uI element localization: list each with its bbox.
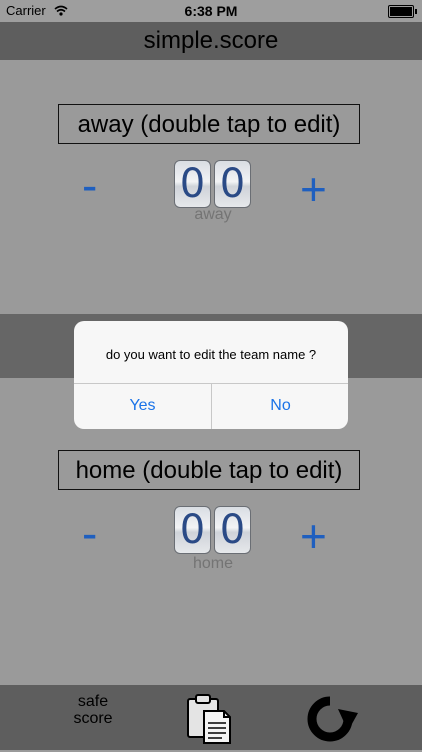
status-time: 6:38 PM	[184, 3, 238, 19]
clipboard-icon[interactable]	[184, 693, 234, 752]
battery-icon	[388, 5, 417, 18]
home-plus-button[interactable]: +	[300, 513, 327, 559]
away-team-name[interactable]: away (double tap to edit)	[58, 104, 360, 144]
home-team-name[interactable]: home (double tap to edit)	[58, 450, 360, 490]
away-score-digit-ones: 0	[214, 160, 251, 208]
safe-score-logo: safe score	[62, 693, 124, 727]
away-score-digit-tens: 0	[174, 160, 211, 208]
app-title: simple.score	[0, 22, 422, 60]
status-bar: Carrier 6:38 PM	[0, 0, 422, 22]
away-minus-button[interactable]: -	[82, 162, 97, 208]
dialog-no-button[interactable]: No	[212, 383, 348, 429]
away-score: 0 0	[174, 160, 252, 208]
bottom-toolbar: safe score	[0, 685, 422, 750]
edit-team-name-dialog: do you want to edit the team name ? Yes …	[74, 321, 348, 429]
home-score-digit-tens: 0	[174, 506, 211, 554]
home-score-label: home	[192, 555, 234, 572]
dialog-message: do you want to edit the team name ?	[105, 347, 317, 362]
logo-line-score: score	[73, 710, 113, 727]
logo-line-safe: safe	[77, 693, 109, 710]
away-score-label: away	[194, 206, 232, 223]
refresh-icon[interactable]	[302, 691, 358, 752]
home-score: 0 0	[174, 506, 252, 554]
home-score-digit-ones: 0	[214, 506, 251, 554]
dialog-yes-button[interactable]: Yes	[74, 383, 211, 429]
home-minus-button[interactable]: -	[82, 510, 97, 556]
away-plus-button[interactable]: +	[300, 166, 327, 212]
